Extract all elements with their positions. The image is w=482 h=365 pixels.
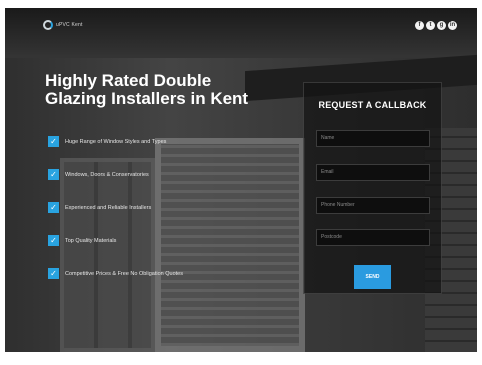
logo-text: uPVC Kent <box>56 22 83 28</box>
feature-text: Experienced and Reliable Installers <box>65 204 152 211</box>
feature-item: ✓ Huge Range of Window Styles and Types <box>48 136 268 147</box>
name-field[interactable]: Name <box>316 130 430 147</box>
social-links: f t g in <box>415 21 457 30</box>
brand-logo[interactable]: uPVC Kent <box>43 20 83 30</box>
checkbox-icon: ✓ <box>48 268 59 279</box>
page-headline: Highly Rated Double Glazing Installers i… <box>45 71 249 108</box>
hero-section: uPVC Kent f t g in Highly Rated Double G… <box>5 8 477 352</box>
top-navigation: uPVC Kent f t g in <box>5 8 477 42</box>
feature-text: Top Quality Materials <box>65 237 117 244</box>
logo-icon <box>43 20 53 30</box>
feature-item: ✓ Top Quality Materials <box>48 235 268 246</box>
linkedin-icon[interactable]: in <box>448 21 457 30</box>
send-button[interactable]: SEND <box>354 265 391 289</box>
postcode-field[interactable]: Postcode <box>316 229 430 246</box>
checkbox-icon: ✓ <box>48 202 59 213</box>
feature-text: Competitive Prices & Free No Obligation … <box>65 270 183 277</box>
phone-field[interactable]: Phone Number <box>316 197 430 214</box>
feature-list: ✓ Huge Range of Window Styles and Types … <box>48 136 268 301</box>
callback-form: REQUEST A CALLBACK Name Email Phone Numb… <box>303 82 442 294</box>
google-plus-icon[interactable]: g <box>437 21 446 30</box>
feature-item: ✓ Windows, Doors & Conservatories <box>48 169 268 180</box>
checkbox-icon: ✓ <box>48 169 59 180</box>
twitter-icon[interactable]: t <box>426 21 435 30</box>
feature-text: Windows, Doors & Conservatories <box>65 171 149 178</box>
feature-text: Huge Range of Window Styles and Types <box>65 138 167 145</box>
checkbox-icon: ✓ <box>48 235 59 246</box>
feature-item: ✓ Competitive Prices & Free No Obligatio… <box>48 268 268 279</box>
email-field[interactable]: Email <box>316 164 430 181</box>
facebook-icon[interactable]: f <box>415 21 424 30</box>
checkbox-icon: ✓ <box>48 136 59 147</box>
form-title: REQUEST A CALLBACK <box>318 100 427 110</box>
feature-item: ✓ Experienced and Reliable Installers <box>48 202 268 213</box>
